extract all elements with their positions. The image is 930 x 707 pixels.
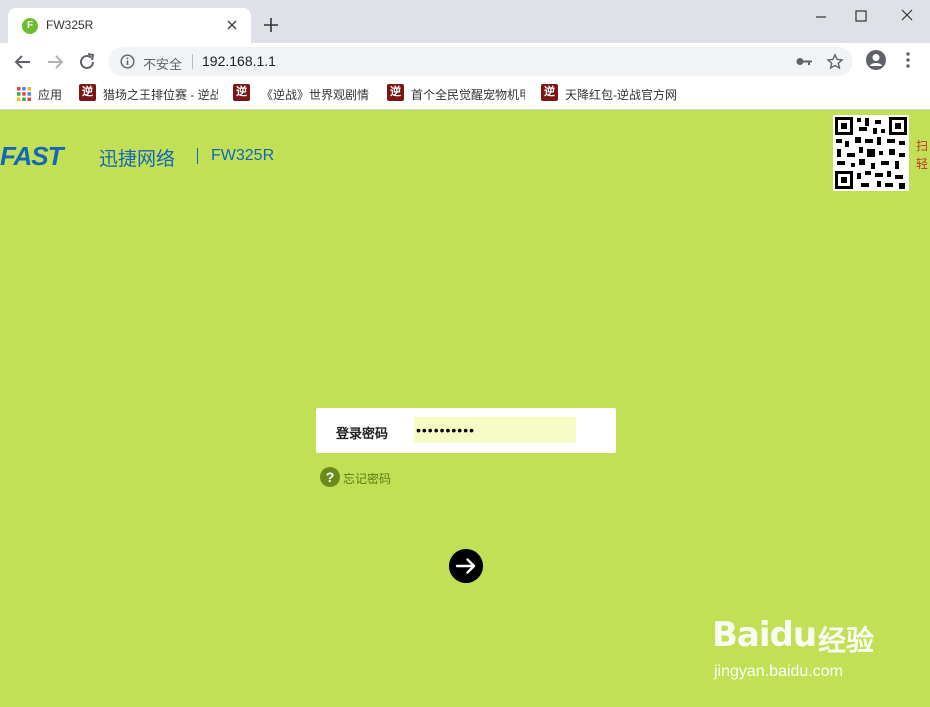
bookmark-item[interactable]: 首个全民觉醒宠物机甲 (411, 86, 525, 104)
bookmark-apps[interactable]: 应用 (38, 86, 62, 104)
key-icon[interactable] (795, 54, 813, 69)
model-name: FW325R (211, 147, 275, 164)
qr-code-icon (833, 115, 909, 191)
question-icon: ? (320, 467, 340, 487)
tab-close-icon[interactable] (223, 16, 241, 34)
qr-caption: 扫轻 (916, 139, 929, 171)
reload-icon[interactable] (76, 51, 98, 73)
login-submit-button[interactable] (449, 549, 483, 583)
bookmark-favicon-icon: 逆 (79, 84, 96, 101)
router-login-page: FAST 迅捷网络 FW325R 扫轻 登录密码 ? 忘记密码 (0, 111, 930, 707)
forward-icon[interactable] (44, 51, 66, 73)
bookmark-favicon-icon: 逆 (541, 84, 558, 101)
baidu-watermark: Baidu 经验 jingyan.baidu.com (712, 601, 912, 691)
brand-name: 迅捷网络 (99, 149, 176, 170)
tab-favicon: F (22, 18, 38, 34)
watermark-brand: Baidu (712, 615, 817, 655)
bookmark-item[interactable]: 猎场之王排位赛 - 逆战 (103, 86, 218, 104)
back-icon[interactable] (12, 51, 34, 73)
address-bar[interactable]: 不安全 192.168.1.1 (108, 47, 853, 76)
security-label[interactable]: 不安全 (143, 54, 182, 73)
tab-title: FW325R (46, 18, 94, 32)
url-text[interactable]: 192.168.1.1 (202, 53, 276, 69)
watermark-cn: 经验 (818, 625, 875, 656)
bookmark-item[interactable]: 《逆战》世界观剧情 (261, 86, 373, 104)
star-icon[interactable] (826, 53, 844, 71)
bookmark-favicon-icon: 逆 (387, 84, 404, 101)
fast-logo: FAST (0, 141, 63, 171)
profile-icon[interactable] (865, 49, 887, 71)
login-box: 登录密码 (316, 408, 616, 453)
maximize-icon[interactable] (846, 6, 876, 26)
password-input[interactable] (414, 417, 576, 443)
minimize-icon[interactable] (806, 6, 836, 26)
browser-titlebar: F FW325R (0, 0, 930, 43)
password-label: 登录密码 (336, 426, 389, 441)
bookmark-item[interactable]: 天降红包-逆战官方网 (565, 86, 680, 104)
forgot-password-label: 忘记密码 (343, 472, 392, 486)
window-close-icon[interactable] (892, 6, 922, 26)
brand-separator (197, 148, 198, 164)
bookmarks-bar: 应用 逆 猎场之王排位赛 - 逆战 逆 《逆战》世界观剧情 逆 首个全民觉醒宠物… (0, 80, 930, 110)
info-icon[interactable] (120, 54, 135, 69)
bookmark-favicon-icon: 逆 (233, 84, 250, 101)
omnibox-separator (192, 54, 193, 69)
browser-tab[interactable]: F FW325R (8, 8, 251, 43)
apps-icon[interactable] (16, 86, 32, 102)
menu-icon[interactable] (898, 50, 918, 70)
watermark-url: jingyan.baidu.com (714, 663, 843, 680)
new-tab-icon[interactable] (262, 16, 280, 34)
browser-toolbar: 不安全 192.168.1.1 (0, 43, 930, 80)
